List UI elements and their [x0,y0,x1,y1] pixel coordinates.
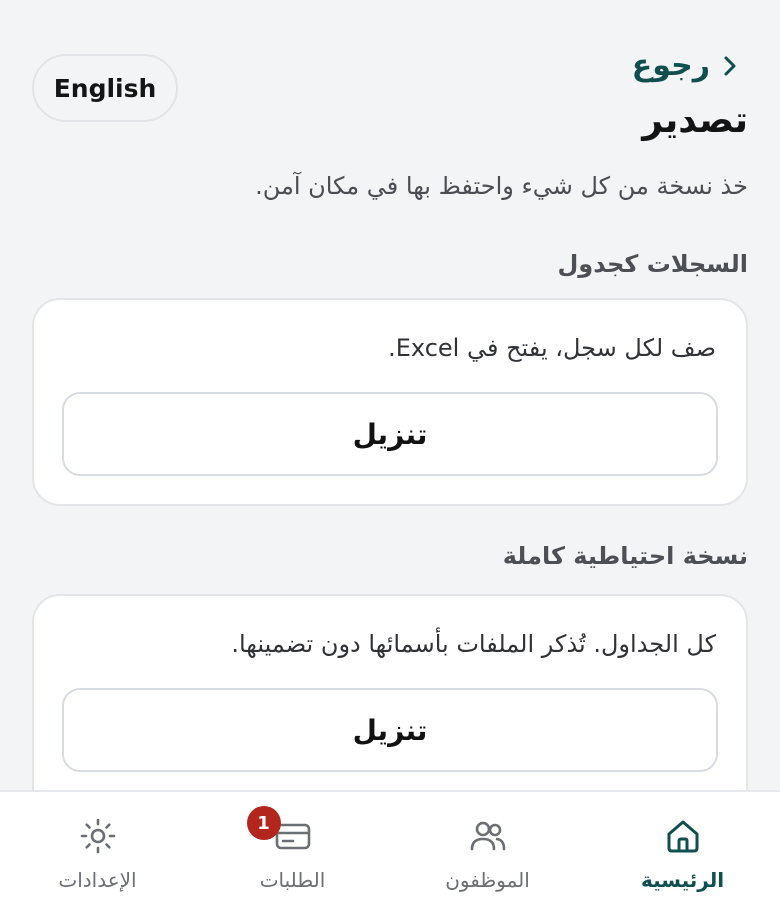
card-description: صف لكل سجل، يفتح في Excel. [388,334,716,362]
nav-item-requests[interactable]: 1 الطلبات [195,792,390,914]
section-heading-full-backup: نسخة احتياطية كاملة [502,542,748,570]
page-subtitle: خذ نسخة من كل شيء واحتفظ بها في مكان آمن… [255,172,748,200]
header: رجوع تصدير English [32,40,748,150]
export-screen: رجوع تصدير English خذ نسخة من كل شيء واح… [0,0,780,914]
export-card-records-table: صف لكل سجل، يفتح في Excel. تنزيل [32,298,748,506]
sun-settings-icon [78,814,118,858]
language-toggle-button[interactable]: English [32,54,178,122]
nav-label-home: الرئيسية [640,868,725,892]
nav-item-home[interactable]: الرئيسية [585,792,780,914]
nav-label-employees: الموظفون [445,868,530,892]
page-title: تصدير [642,100,748,141]
home-icon [663,814,703,858]
back-label: رجوع [631,48,710,83]
nav-item-settings[interactable]: الإعدادات [0,792,195,914]
people-icon [468,814,508,858]
back-link[interactable]: رجوع [632,48,740,83]
section-heading-records-table: السجلات كجدول [557,250,748,278]
download-backup-button[interactable]: تنزيل [62,688,718,772]
bottom-nav: الرئيسية الموظفون 1 الطلبات الإعدادات [0,790,780,914]
card-description: كل الجداول. تُذكر الملفات بأسمائها دون ت… [231,630,716,658]
nav-label-requests: الطلبات [259,868,326,892]
download-records-button[interactable]: تنزيل [62,392,718,476]
requests-count-badge: 1 [246,806,281,840]
chevron-right-icon [720,54,740,78]
nav-label-settings: الإعدادات [58,868,137,892]
nav-item-employees[interactable]: الموظفون [390,792,585,914]
